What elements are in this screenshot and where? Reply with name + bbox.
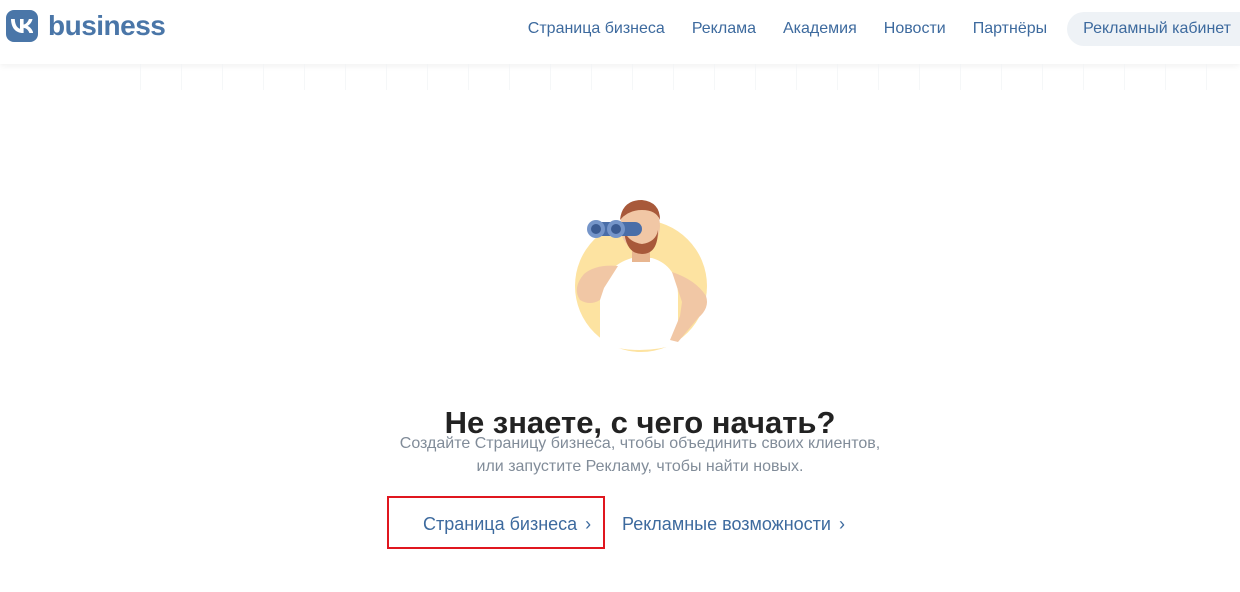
nav-ads[interactable]: Реклама (692, 12, 756, 46)
ad-opportunities-link[interactable]: Рекламные возможности › (622, 510, 845, 538)
main-nav: Страница бизнеса Реклама Академия Новост… (501, 12, 1240, 46)
nav-news[interactable]: Новости (884, 12, 946, 46)
description-line-1: Создайте Страницу бизнеса, чтобы объедин… (399, 435, 881, 452)
chevron-right-icon: › (838, 514, 845, 534)
highlight-box (387, 496, 605, 549)
nav-partners[interactable]: Партнёры (973, 12, 1047, 46)
cta-links: Страница бизнеса › Рекламные возможности › (0, 510, 1240, 540)
ad-opportunities-link-label: Рекламные возможности (622, 514, 831, 534)
nav-business-page[interactable]: Страница бизнеса (528, 12, 665, 46)
logo-text: business (48, 10, 166, 41)
description-line-2: или запустите Рекламу, чтобы найти новых… (476, 458, 804, 475)
top-navigation-bar: business Страница бизнеса Реклама Академ… (0, 0, 1240, 64)
vk-logo-icon (6, 10, 38, 42)
nav-academy[interactable]: Академия (783, 12, 857, 46)
page-description: Создайте Страницу бизнеса, чтобы объедин… (0, 432, 1240, 478)
binoculars-man-illustration (560, 196, 720, 356)
decorative-grid (140, 64, 1240, 90)
vk-business-logo[interactable]: business (6, 10, 166, 42)
nav-ad-cabinet-button[interactable]: Рекламный кабинет (1067, 12, 1240, 46)
